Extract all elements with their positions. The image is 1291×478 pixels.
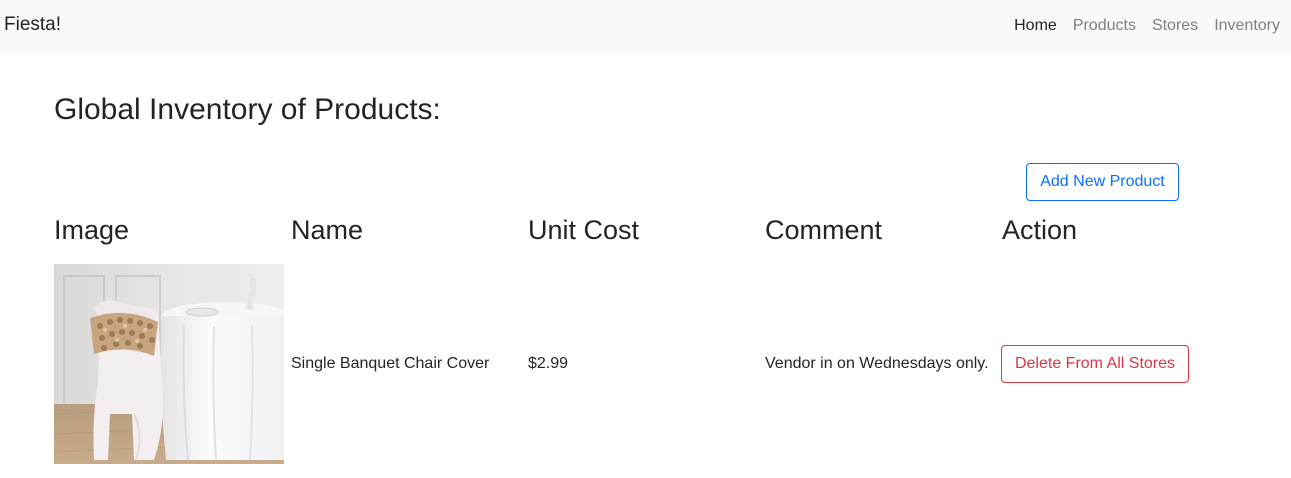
column-header-image: Image: [54, 215, 130, 245]
nav-link-home[interactable]: Home: [1014, 16, 1057, 36]
nav-link-products[interactable]: Products: [1073, 16, 1136, 36]
page-title: Global Inventory of Products:: [54, 93, 441, 126]
delete-from-all-stores-button[interactable]: Delete From All Stores: [1001, 345, 1189, 383]
product-image: [54, 264, 284, 464]
column-header-comment: Comment: [765, 215, 883, 245]
product-comment: Vendor in on Wednesdays only.: [765, 355, 989, 372]
navbar: Fiesta! Home Products Stores Inventory: [0, 0, 1291, 53]
nav-link-inventory[interactable]: Inventory: [1214, 16, 1280, 36]
column-header-action: Action: [1002, 215, 1078, 245]
product-name: Single Banquet Chair Cover: [291, 355, 490, 372]
column-header-unit-cost: Unit Cost: [528, 215, 640, 245]
product-unit-cost: $2.99: [528, 355, 569, 372]
nav-links: Home Products Stores Inventory: [1014, 16, 1280, 36]
nav-link-stores[interactable]: Stores: [1152, 16, 1198, 36]
column-header-name: Name: [291, 215, 364, 245]
brand-link[interactable]: Fiesta!: [4, 14, 61, 36]
add-new-product-button[interactable]: Add New Product: [1026, 163, 1179, 201]
